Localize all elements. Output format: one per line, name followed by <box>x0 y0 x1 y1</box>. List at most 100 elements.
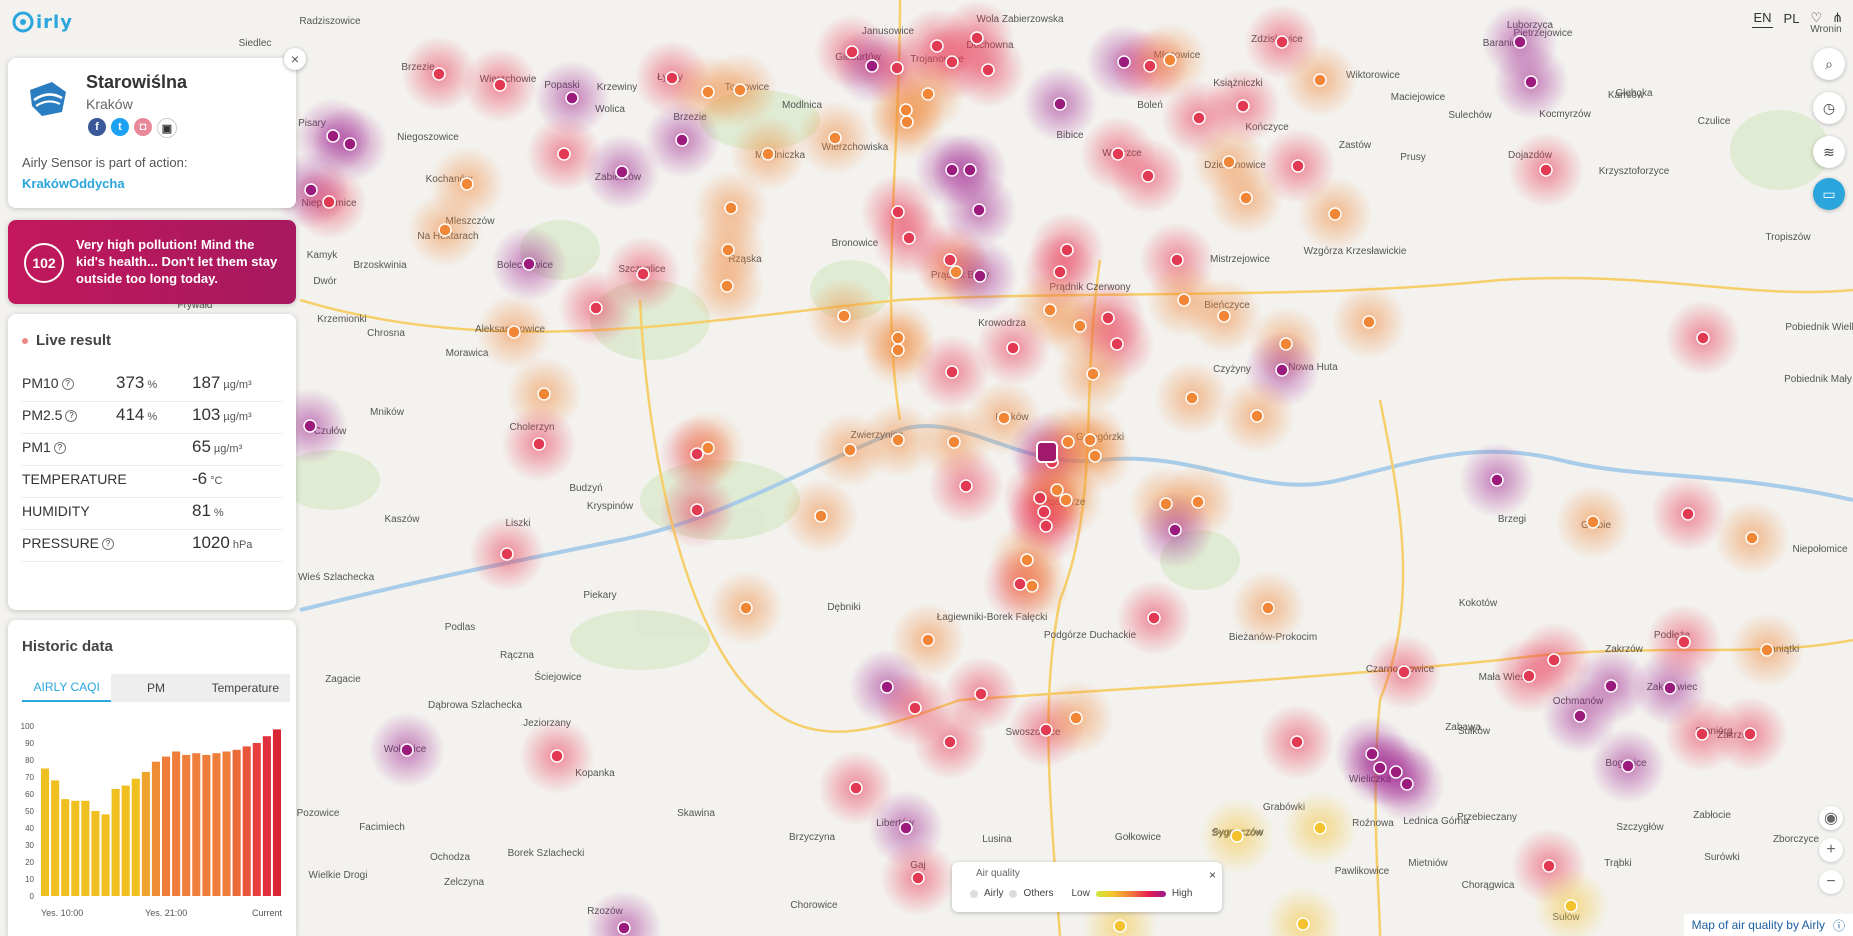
sensor-marker[interactable] <box>733 83 747 97</box>
sensor-marker[interactable] <box>945 163 959 177</box>
sensor-marker[interactable] <box>1328 207 1342 221</box>
sensor-marker[interactable] <box>1291 159 1305 173</box>
website-icon[interactable]: ▣ <box>157 118 177 138</box>
sensor-marker[interactable] <box>1083 433 1097 447</box>
sensor-marker[interactable] <box>1141 169 1155 183</box>
caqi-bar[interactable] <box>91 811 100 896</box>
caqi-bar[interactable] <box>162 756 171 896</box>
sensor-marker[interactable] <box>891 205 905 219</box>
sensor-marker[interactable] <box>843 443 857 457</box>
sensor-marker[interactable] <box>1177 293 1191 307</box>
sensor-marker[interactable] <box>1013 577 1027 591</box>
sensor-marker[interactable] <box>701 85 715 99</box>
sensor-marker[interactable] <box>690 447 704 461</box>
sensor-marker[interactable] <box>891 433 905 447</box>
sensor-marker[interactable] <box>1677 635 1691 649</box>
help-icon[interactable]: ? <box>61 377 74 390</box>
caqi-bar[interactable] <box>252 743 261 896</box>
sensor-marker[interactable] <box>945 365 959 379</box>
sensor-marker[interactable] <box>665 71 679 85</box>
sensor-marker[interactable] <box>943 253 957 267</box>
sensor-marker[interactable] <box>1073 319 1087 333</box>
caqi-bar[interactable] <box>272 729 281 896</box>
sensor-marker[interactable] <box>724 201 738 215</box>
sensor-marker[interactable] <box>1513 35 1527 49</box>
sensor-marker[interactable] <box>1230 829 1244 843</box>
sensor-marker[interactable] <box>1365 747 1379 761</box>
sensor-marker[interactable] <box>1239 191 1253 205</box>
sensor-marker[interactable] <box>1573 709 1587 723</box>
sensor-marker[interactable] <box>1695 727 1709 741</box>
sensor-marker[interactable] <box>849 781 863 795</box>
sensor-marker[interactable] <box>997 411 1011 425</box>
sensor-marker[interactable] <box>1547 653 1561 667</box>
facebook-icon[interactable]: f <box>88 118 106 136</box>
close-sensor-button[interactable]: × <box>284 48 306 70</box>
sensor-marker[interactable] <box>1743 727 1757 741</box>
search-tool-button[interactable]: ⌕ <box>1813 48 1845 80</box>
tab-airly-caqi[interactable]: AIRLY CAQI <box>22 674 112 702</box>
sensor-marker[interactable] <box>1542 859 1556 873</box>
sensor-marker[interactable] <box>675 133 689 147</box>
sensor-marker[interactable] <box>1236 99 1250 113</box>
sensor-marker[interactable] <box>739 601 753 615</box>
caqi-bar[interactable] <box>101 814 110 896</box>
sensor-marker[interactable] <box>890 61 904 75</box>
sensor-marker[interactable] <box>1050 483 1064 497</box>
sensor-marker[interactable] <box>1117 55 1131 69</box>
sensor-marker[interactable] <box>761 147 775 161</box>
sensor-marker[interactable] <box>1059 493 1073 507</box>
sensor-marker[interactable] <box>322 195 336 209</box>
sensor-marker[interactable] <box>974 687 988 701</box>
sensor-marker[interactable] <box>1168 523 1182 537</box>
heart-icon[interactable]: ♡ <box>1810 10 1822 26</box>
caqi-bar[interactable] <box>182 754 191 896</box>
sensor-marker[interactable] <box>1170 253 1184 267</box>
sensor-marker[interactable] <box>1163 53 1177 67</box>
sensor-marker[interactable] <box>891 343 905 357</box>
caqi-bar[interactable] <box>212 753 221 896</box>
sensor-marker[interactable] <box>460 177 474 191</box>
sensor-marker[interactable] <box>1101 311 1115 325</box>
sensor-marker[interactable] <box>343 137 357 151</box>
sensor-marker[interactable] <box>1033 491 1047 505</box>
sensor-marker[interactable] <box>1043 303 1057 317</box>
sensor-marker[interactable] <box>1275 35 1289 49</box>
sensor-marker[interactable] <box>891 331 905 345</box>
sensor-marker[interactable] <box>1217 309 1231 323</box>
help-icon[interactable]: ? <box>65 409 78 422</box>
help-icon[interactable]: ? <box>53 441 66 454</box>
sensor-marker[interactable] <box>303 419 317 433</box>
caqi-bar[interactable] <box>151 761 160 896</box>
sensor-marker[interactable] <box>1110 337 1124 351</box>
sensor-marker[interactable] <box>550 749 564 763</box>
sensor-marker[interactable] <box>1604 679 1618 693</box>
sensor-marker[interactable] <box>500 547 514 561</box>
wind-tool-button[interactable]: ≋ <box>1813 136 1845 168</box>
sensor-marker[interactable] <box>1279 337 1293 351</box>
caqi-bar[interactable] <box>242 746 251 896</box>
sensor-marker[interactable] <box>1192 111 1206 125</box>
caqi-bar[interactable] <box>51 780 60 896</box>
zoom-out-button[interactable]: − <box>1819 870 1843 894</box>
sensor-marker[interactable] <box>1039 723 1053 737</box>
sensor-marker[interactable] <box>945 55 959 69</box>
sensor-marker[interactable] <box>947 435 961 449</box>
sensor-marker[interactable] <box>1111 147 1125 161</box>
caqi-bar[interactable] <box>61 799 70 896</box>
sensor-marker[interactable] <box>1362 315 1376 329</box>
caqi-bar[interactable] <box>232 749 241 896</box>
sensor-marker[interactable] <box>970 31 984 45</box>
sensor-marker[interactable] <box>1490 473 1504 487</box>
sensor-marker[interactable] <box>1025 579 1039 593</box>
caqi-bar[interactable] <box>81 800 90 896</box>
sensor-marker[interactable] <box>1147 611 1161 625</box>
caqi-bar[interactable] <box>41 768 50 897</box>
sensor-marker[interactable] <box>720 279 734 293</box>
twitter-icon[interactable]: t <box>111 118 129 136</box>
caqi-bar[interactable] <box>141 771 150 896</box>
sensor-marker[interactable] <box>493 78 507 92</box>
sensor-marker[interactable] <box>845 45 859 59</box>
sensor-marker[interactable] <box>899 103 913 117</box>
caqi-bar[interactable] <box>222 751 231 897</box>
